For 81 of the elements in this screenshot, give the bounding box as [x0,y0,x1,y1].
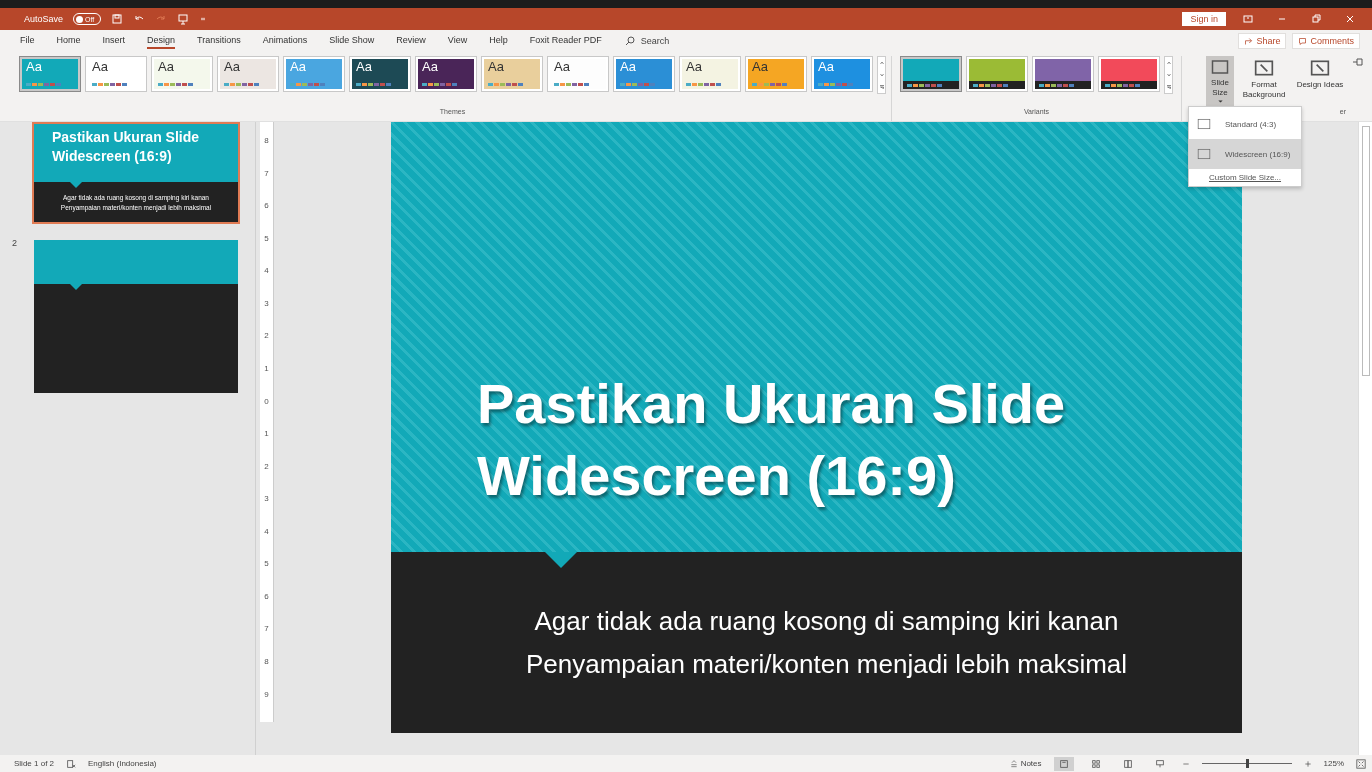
search-icon [623,35,636,47]
ribbon-tab[interactable]: Home [56,33,81,49]
theme-thumbnail[interactable]: Aa [85,56,147,92]
menu-item[interactable]: Standard (4:3) [1189,109,1301,139]
button-icon [1210,58,1230,76]
variant-thumbnail[interactable] [966,56,1028,92]
button-icon [1310,58,1330,78]
fit-icon [1356,758,1366,769]
comments-button[interactable]: Comments [1292,33,1360,49]
view-icon [1122,758,1133,769]
save-icon[interactable] [111,13,124,25]
gallery-scrollbar[interactable] [1164,56,1173,94]
scroll-down-icon[interactable] [878,72,885,78]
autosave-label: AutoSave [24,14,64,24]
theme-thumbnail[interactable]: Aa [547,56,609,92]
ribbon-tab[interactable]: Foxit Reader PDF [529,33,602,49]
accessibility-icon [66,758,77,769]
theme-thumbnail[interactable]: Aa [349,56,411,92]
variant-thumbnail[interactable] [1098,56,1160,92]
ribbon-button[interactable]: Format Background [1238,56,1290,106]
scroll-up-icon[interactable] [878,60,885,66]
share-button[interactable]: Share [1238,33,1287,49]
scroll-up-icon[interactable] [1165,60,1172,66]
thumbnail-title: Pastikan Ukuran Slide Widescreen (16:9) [52,128,201,166]
theme-thumbnail[interactable]: Aa [679,56,741,92]
search-field[interactable]: Search [623,35,670,47]
close-icon[interactable] [1344,13,1356,25]
slide-counter: Slide 1 of 2 [14,759,55,768]
language-label[interactable]: English (Indonesia) [88,759,157,768]
ribbon-tab[interactable]: View [447,33,468,49]
notes-button[interactable]: Notes [1009,759,1042,768]
ribbon-display-icon[interactable] [1242,13,1254,25]
theme-thumbnail[interactable]: Aa [745,56,807,92]
view-icon [1090,758,1101,769]
view-icon [1058,758,1069,769]
ribbon-tab[interactable]: Slide Show [329,33,375,49]
scrollbar[interactable] [1358,122,1372,755]
pin-icon [1352,56,1364,68]
theme-thumbnail[interactable]: Aa [481,56,543,92]
variant-thumbnail[interactable] [900,56,962,92]
scroll-down-icon[interactable] [1165,72,1172,78]
restore-icon[interactable] [1310,13,1322,25]
slide-title: Pastikan Ukuran Slide Widescreen (16:9) [477,371,1067,509]
ribbon-tab[interactable]: Animations [262,33,308,49]
sign-in-button[interactable]: Sign in [1182,12,1226,26]
pointer-notch [70,284,82,290]
custom-size-link[interactable]: Custom Slide Size... [1189,173,1301,182]
pointer-notch [545,552,577,568]
slide-number: 2 [12,238,18,250]
view-button[interactable] [1053,756,1074,771]
more-icon[interactable] [878,84,885,90]
gallery-scrollbar[interactable] [877,56,886,94]
zoom-level[interactable]: 125% [1323,759,1344,768]
variant-thumbnail[interactable] [1032,56,1094,92]
ribbon-button[interactable]: Design Ideas [1294,56,1346,106]
theme-thumbnail[interactable]: Aa [151,56,213,92]
ribbon-tab[interactable]: Transitions [197,33,241,49]
more-icon[interactable] [1165,84,1172,90]
theme-thumbnail[interactable]: Aa [217,56,279,92]
presentation-icon[interactable] [177,13,190,25]
view-icon [1154,758,1165,769]
pointer-notch [70,182,82,188]
ribbon-button[interactable]: Slide Size [1206,56,1234,106]
zoom-in-icon[interactable] [1303,759,1312,768]
share-icon [1244,36,1254,46]
theme-thumbnail[interactable]: Aa [415,56,477,92]
ribbon-tab[interactable]: Review [396,33,426,49]
ribbon-tab[interactable]: File [20,33,35,49]
ribbon-tab[interactable]: Insert [102,33,126,49]
slide-thumbnail[interactable] [32,238,240,395]
ribbon-tab[interactable]: Design [147,33,176,49]
menu-item[interactable]: Widescreen (16:9) [1189,139,1301,169]
slide-text: Agar tidak ada ruang kosong di samping kiri kanan [534,605,1119,637]
ribbon-tab[interactable]: Help [489,33,508,49]
zoom-thumb[interactable] [1245,759,1249,768]
slide-text: Penyampaian materi/konten menjadi lebih maksimal [525,648,1128,680]
notes-icon [1009,759,1018,768]
comment-icon [1298,36,1308,46]
vertical-ruler: 8 7 6 5 4 3 2 1 0 1 2 3 4 5 6 7 8 9 [260,122,274,722]
button-icon [1254,58,1274,78]
theme-thumbnail[interactable]: Aa [613,56,675,92]
